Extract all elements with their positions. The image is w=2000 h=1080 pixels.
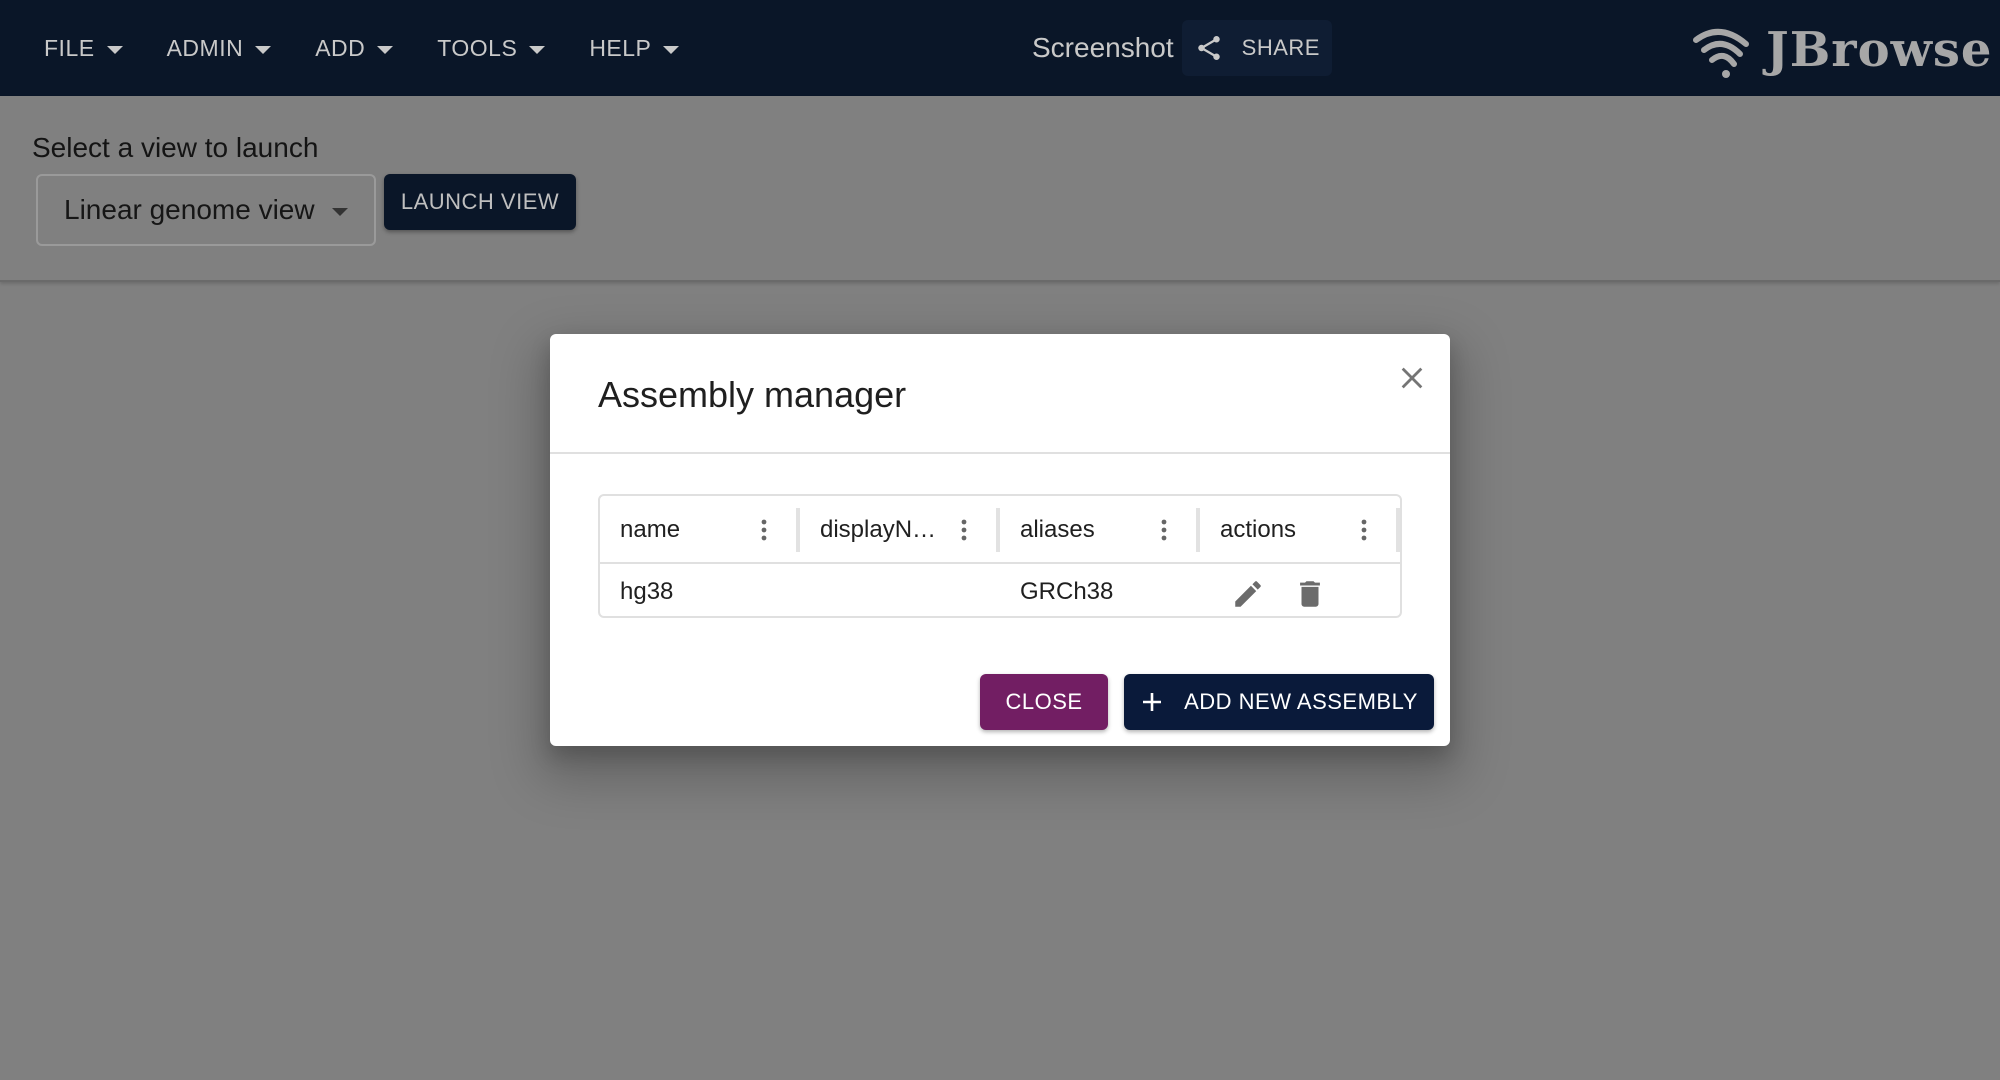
menu-add-label: ADD (315, 34, 366, 61)
dialog-divider (550, 452, 1450, 454)
chevron-down-icon (529, 45, 546, 54)
column-header-aliases[interactable]: aliases (1000, 496, 1200, 564)
share-icon (1197, 36, 1220, 60)
table-header: name displayN… aliases actions (600, 496, 1400, 564)
view-type-value: Linear genome view (64, 194, 315, 225)
chevron-down-icon (377, 45, 394, 54)
column-header-displayname[interactable]: displayN… (800, 496, 1000, 564)
edit-icon[interactable] (1230, 576, 1266, 612)
menu-admin[interactable]: ADMIN (149, 20, 290, 76)
close-button[interactable]: CLOSE (980, 674, 1108, 730)
assembly-table: name displayN… aliases actions hg38 GRCh… (598, 494, 1402, 618)
launch-view-button[interactable]: LAUNCH VIEW (384, 174, 576, 230)
chevron-down-icon (332, 208, 348, 216)
column-menu-icon[interactable] (752, 518, 776, 542)
session-header: Screenshot SHARE (1032, 20, 1332, 76)
column-menu-icon[interactable] (1152, 518, 1176, 542)
chevron-down-icon (663, 45, 680, 54)
plus-icon (1140, 690, 1164, 714)
menu-admin-label: ADMIN (166, 34, 244, 61)
share-label: SHARE (1241, 35, 1320, 60)
view-launcher-panel: Select a view to launch Linear genome vi… (0, 96, 2000, 282)
dialog-title: Assembly manager (598, 374, 907, 415)
logo-text: JBrowse (1766, 22, 1993, 78)
column-header-label: aliases (1020, 516, 1095, 543)
column-header-label: displayN… (820, 516, 937, 543)
add-new-assembly-label: ADD NEW ASSEMBLY (1184, 689, 1418, 714)
column-menu-icon[interactable] (1352, 518, 1376, 542)
launch-view-label: Select a view to launch (32, 132, 319, 163)
app-bar: FILE ADMIN ADD TOOLS HELP Screenshot SHA… (0, 0, 2000, 96)
column-header-label: actions (1220, 516, 1297, 543)
menu-add[interactable]: ADD (297, 20, 411, 76)
assembly-manager-dialog: Assembly manager name displayN… aliases … (550, 334, 1450, 746)
jbrowse-logo-icon (1693, 29, 1749, 78)
cell-aliases: GRCh38 (1020, 578, 1114, 605)
add-new-assembly-button[interactable]: ADD NEW ASSEMBLY (1124, 674, 1434, 730)
column-header-actions[interactable]: actions (1200, 496, 1400, 564)
menu-file-label: FILE (44, 34, 95, 61)
share-button[interactable]: SHARE (1181, 20, 1332, 76)
session-name[interactable]: Screenshot (1032, 32, 1174, 64)
column-menu-icon[interactable] (952, 518, 976, 542)
column-separator[interactable] (1396, 508, 1400, 552)
menu-tools[interactable]: TOOLS (419, 20, 563, 76)
table-row: hg38 GRCh38 (600, 566, 1400, 616)
cell-name: hg38 (620, 578, 674, 605)
main-menu: FILE ADMIN ADD TOOLS HELP (26, 0, 705, 96)
menu-tools-label: TOOLS (437, 34, 518, 61)
menu-file[interactable]: FILE (26, 20, 141, 76)
jbrowse-logo: JBrowse (1690, 18, 1992, 82)
column-header-name[interactable]: name (600, 496, 800, 564)
column-header-label: name (620, 516, 681, 543)
close-icon[interactable] (1392, 358, 1432, 398)
delete-icon[interactable] (1292, 576, 1328, 612)
view-type-select[interactable]: Linear genome view (36, 174, 376, 246)
chevron-down-icon (106, 45, 123, 54)
cell-displayname (800, 566, 820, 616)
chevron-down-icon (255, 45, 272, 54)
menu-help-label: HELP (589, 34, 652, 61)
menu-help[interactable]: HELP (571, 20, 697, 76)
close-icon-glyph (1401, 367, 1423, 389)
